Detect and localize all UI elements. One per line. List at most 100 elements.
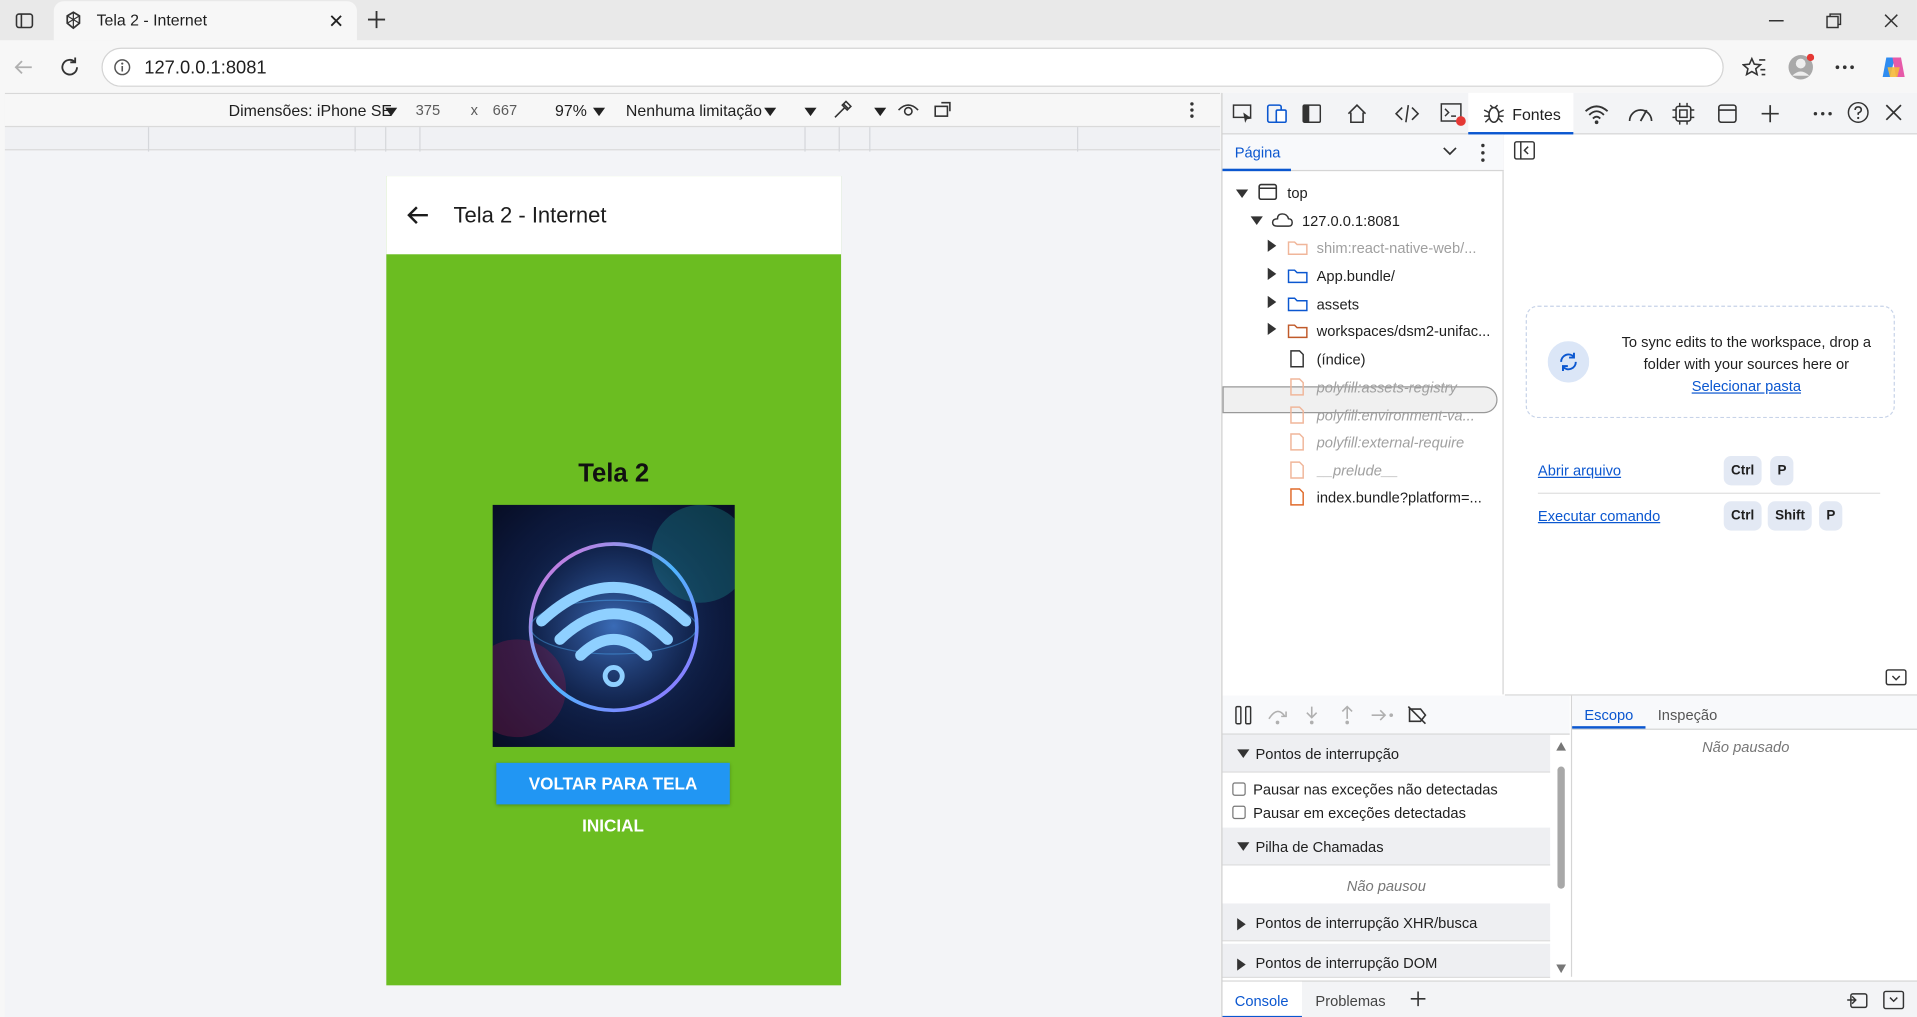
favorites-icon[interactable]	[1742, 55, 1766, 79]
tab-scope[interactable]: Escopo	[1584, 707, 1633, 724]
close-devtools-icon[interactable]	[1884, 103, 1904, 123]
memory-icon[interactable]	[1672, 102, 1695, 125]
drawer-close-icon[interactable]	[1883, 990, 1905, 1010]
dock-icon[interactable]	[1302, 104, 1322, 124]
debugger-scrollbar[interactable]	[1553, 738, 1570, 978]
back-to-home-button[interactable]: VOLTAR PARA TELA INICIAL	[496, 762, 730, 835]
tree-origin[interactable]: 127.0.0.1:8081	[1302, 213, 1400, 230]
add-drawer-tab-icon[interactable]	[1410, 990, 1427, 1007]
navigator-chevron-icon[interactable]	[1443, 145, 1458, 157]
tree-item[interactable]: __prelude__	[1317, 462, 1399, 479]
tree-item[interactable]: shim:react-native-web/...	[1317, 240, 1494, 257]
tab-console[interactable]: Console	[1235, 993, 1289, 1010]
devtools-tabbar: Fontes	[1222, 92, 1917, 135]
zoom-select[interactable]: 97%	[555, 101, 587, 119]
height-input[interactable]: 667	[493, 101, 517, 118]
drawer-dock-icon[interactable]	[1846, 990, 1868, 1010]
performance-icon[interactable]	[1627, 103, 1654, 125]
dom-breakpoints-section[interactable]: Pontos de interrupção DOM	[1222, 943, 1551, 978]
vision-dropdown-icon[interactable]	[874, 107, 887, 117]
step-over-icon[interactable]	[1267, 705, 1289, 725]
expand-folder-icon[interactable]	[1267, 239, 1277, 252]
url-text[interactable]: 127.0.0.1:8081	[144, 57, 266, 78]
zoom-dropdown-icon[interactable]	[592, 107, 606, 117]
call-stack-section[interactable]: Pilha de Chamadas	[1222, 827, 1551, 866]
tree-item[interactable]: polyfill:environment-va...	[1317, 407, 1494, 424]
browser-tab[interactable]: Tela 2 - Internet	[53, 1, 357, 41]
restore-icon[interactable]	[1825, 12, 1842, 29]
vision-icon[interactable]	[897, 100, 919, 120]
call-stack-toggle-icon	[1237, 842, 1250, 851]
console-icon[interactable]	[1440, 103, 1467, 127]
new-tab-icon[interactable]	[367, 10, 387, 30]
close-window-icon[interactable]	[1883, 12, 1900, 29]
tree-item[interactable]: App.bundle/	[1317, 268, 1395, 285]
expand-folder-icon[interactable]	[1267, 322, 1277, 335]
expand-top-icon[interactable]	[1235, 189, 1249, 199]
tree-item[interactable]: polyfill:external-require	[1317, 434, 1494, 451]
xhr-breakpoints-section[interactable]: Pontos de interrupção XHR/busca	[1222, 903, 1551, 942]
media-query-ruler[interactable]	[4, 125, 1221, 152]
tab-page[interactable]: Página	[1235, 144, 1281, 161]
workspace-drop-zone[interactable]: To sync edits to the workspace, drop a f…	[1525, 305, 1895, 419]
close-tab-icon[interactable]	[328, 12, 345, 29]
toggle-navigator-icon[interactable]	[1513, 141, 1535, 161]
elements-icon[interactable]	[1394, 103, 1420, 125]
profile-avatar[interactable]	[1787, 53, 1815, 81]
tree-top[interactable]: top	[1287, 185, 1307, 202]
application-icon[interactable]	[1716, 103, 1738, 125]
device-select[interactable]: Dimensões: iPhone SE	[229, 101, 392, 119]
tab-actions-icon[interactable]	[15, 11, 35, 31]
throttle-dropdown-icon[interactable]	[764, 107, 777, 117]
tab-sources[interactable]: Fontes	[1468, 92, 1574, 135]
expand-folder-icon[interactable]	[1267, 267, 1277, 280]
pause-caught-checkbox[interactable]	[1232, 805, 1246, 820]
minimize-icon[interactable]	[1768, 12, 1785, 29]
deactivate-breakpoints-icon[interactable]	[1406, 704, 1428, 726]
device-dropdown-icon[interactable]	[385, 107, 398, 117]
expand-origin-icon[interactable]	[1250, 216, 1263, 225]
sensors-dropdown-icon[interactable]	[804, 107, 817, 117]
network-icon[interactable]	[1584, 103, 1609, 125]
site-info-icon[interactable]	[114, 59, 131, 76]
breakpoints-section[interactable]: Pontos de interrupção	[1222, 734, 1551, 773]
inspect-element-icon[interactable]	[1232, 104, 1254, 124]
welcome-home-icon[interactable]	[1346, 103, 1368, 125]
drawer-toggle-icon[interactable]	[1885, 669, 1907, 686]
tab-problems[interactable]: Problemas	[1315, 993, 1385, 1010]
navigator-more-icon[interactable]	[1479, 143, 1486, 163]
eyedropper-icon[interactable]	[831, 99, 853, 121]
tree-item[interactable]: polyfill:assets-registry	[1317, 379, 1494, 396]
tab-watch[interactable]: Inspeção	[1658, 707, 1718, 724]
devtools-more-icon[interactable]	[1813, 105, 1833, 122]
help-icon[interactable]	[1847, 101, 1869, 123]
step-out-icon[interactable]	[1339, 705, 1356, 725]
more-tools-add-icon[interactable]	[1759, 103, 1781, 125]
tree-item[interactable]: workspaces/dsm2-unifac...	[1317, 323, 1494, 340]
more-menu-icon[interactable]	[1834, 56, 1856, 78]
open-file-link[interactable]: Abrir arquivo	[1538, 462, 1621, 479]
copilot-icon[interactable]	[1879, 53, 1908, 82]
back-arrow-icon[interactable]	[406, 203, 430, 227]
tree-item[interactable]: assets	[1317, 296, 1359, 313]
select-folder-link[interactable]: Selecionar pasta	[1692, 378, 1801, 395]
tree-item-index[interactable]: (índice)	[1317, 351, 1366, 368]
step-icon[interactable]	[1370, 705, 1394, 725]
app-header: Tela 2 - Internet	[386, 176, 842, 255]
device-more-icon[interactable]	[1188, 100, 1195, 120]
address-bar[interactable]: 127.0.0.1:8081	[101, 47, 1724, 87]
throttle-select[interactable]: Nenhuma limitação	[626, 101, 762, 119]
pause-uncaught-checkbox[interactable]	[1232, 782, 1246, 796]
wifi-image	[492, 504, 735, 747]
width-input[interactable]: 375	[416, 101, 440, 118]
step-into-icon[interactable]	[1303, 705, 1320, 725]
back-icon[interactable]	[12, 56, 34, 78]
tree-item[interactable]: index.bundle?platform=...	[1317, 489, 1494, 506]
device-toggle-icon[interactable]	[1266, 104, 1289, 124]
expand-folder-icon[interactable]	[1267, 295, 1277, 309]
p-key: P	[1770, 455, 1794, 486]
pause-resume-icon[interactable]	[1234, 705, 1254, 725]
rotate-icon[interactable]	[933, 99, 955, 121]
run-command-link[interactable]: Executar comando	[1538, 507, 1660, 524]
reload-icon[interactable]	[59, 56, 81, 78]
